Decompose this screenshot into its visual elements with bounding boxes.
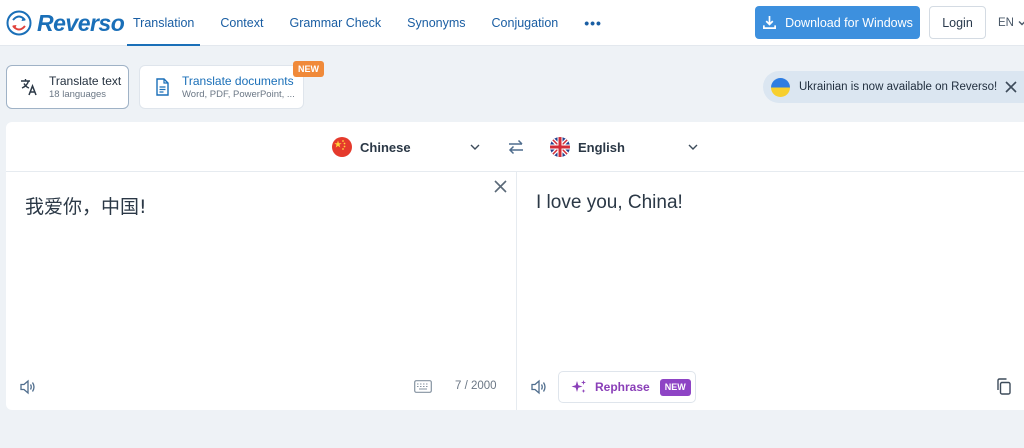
translate-documents-tab[interactable]: Translate documents Word, PDF, PowerPoin… xyxy=(139,65,304,109)
top-navigation-bar: Reverso Translation Context Grammar Chec… xyxy=(0,0,1024,46)
translate-documents-title: Translate documents xyxy=(182,73,294,88)
rephrase-label: Rephrase xyxy=(595,380,650,394)
ui-language-selector[interactable]: EN xyxy=(998,6,1024,39)
chevron-down-icon xyxy=(688,144,698,150)
nav-synonyms[interactable]: Synonyms xyxy=(394,0,478,46)
character-counter: 7 / 2000 xyxy=(455,380,497,392)
nav-conjugation[interactable]: Conjugation xyxy=(479,0,572,46)
login-button[interactable]: Login xyxy=(929,6,986,39)
translate-text-title: Translate text xyxy=(49,73,122,88)
document-icon xyxy=(156,78,169,96)
nav-more-menu[interactable]: ••• xyxy=(571,0,615,46)
sparkle-icon xyxy=(571,380,586,393)
chevron-down-icon xyxy=(1018,20,1024,25)
target-language-selector[interactable]: English xyxy=(550,136,698,158)
clear-text-icon[interactable] xyxy=(493,179,508,194)
notice-text: Ukrainian is now available on Reverso! xyxy=(799,81,998,93)
rephrase-button[interactable]: Rephrase NEW xyxy=(558,371,696,403)
reverso-logo[interactable]: Reverso xyxy=(6,9,125,37)
ukraine-flag-icon xyxy=(771,77,790,97)
source-language-name: Chinese xyxy=(360,139,411,155)
download-icon xyxy=(763,15,777,29)
swap-languages-icon[interactable] xyxy=(507,138,525,156)
panel-divider xyxy=(516,172,517,410)
ui-language-label: EN xyxy=(998,16,1014,29)
source-language-selector[interactable]: Chinese xyxy=(332,136,480,158)
target-language-name: English xyxy=(578,139,625,155)
translate-text-tab[interactable]: Translate text 18 languages xyxy=(6,65,129,109)
source-speaker-icon[interactable] xyxy=(19,378,37,396)
keyboard-icon[interactable] xyxy=(414,380,432,393)
chevron-down-icon xyxy=(470,144,480,150)
download-for-windows-button[interactable]: Download for Windows xyxy=(755,6,920,39)
copy-icon[interactable] xyxy=(996,378,1012,395)
translate-documents-subtitle: Word, PDF, PowerPoint, ... xyxy=(182,88,295,100)
rephrase-new-badge: NEW xyxy=(659,378,691,396)
main-nav: Translation Context Grammar Check Synony… xyxy=(120,0,615,46)
nav-translation[interactable]: Translation xyxy=(120,0,207,46)
translation-output: I love you, China! xyxy=(536,192,683,213)
source-text-input[interactable]: 我爱你，中国! xyxy=(25,192,147,219)
nav-context[interactable]: Context xyxy=(207,0,276,46)
china-flag-icon xyxy=(332,137,352,157)
target-speaker-icon[interactable] xyxy=(530,378,548,396)
translate-text-subtitle: 18 languages xyxy=(49,88,107,100)
language-bar: Chinese English xyxy=(6,122,1024,172)
brand-name: Reverso xyxy=(37,9,125,36)
download-button-label: Download for Windows xyxy=(785,15,913,30)
uk-flag-icon xyxy=(550,137,570,157)
documents-new-badge: NEW xyxy=(293,61,324,77)
translate-icon xyxy=(21,79,37,96)
ukrainian-notice-banner: Ukrainian is now available on Reverso! xyxy=(763,71,1024,103)
reverso-logo-icon xyxy=(6,10,32,36)
nav-grammar-check[interactable]: Grammar Check xyxy=(276,0,394,46)
close-icon[interactable] xyxy=(1004,80,1018,94)
translator-panel: Chinese English 我爱你，中国! 7 / 2000 I love … xyxy=(6,122,1024,410)
